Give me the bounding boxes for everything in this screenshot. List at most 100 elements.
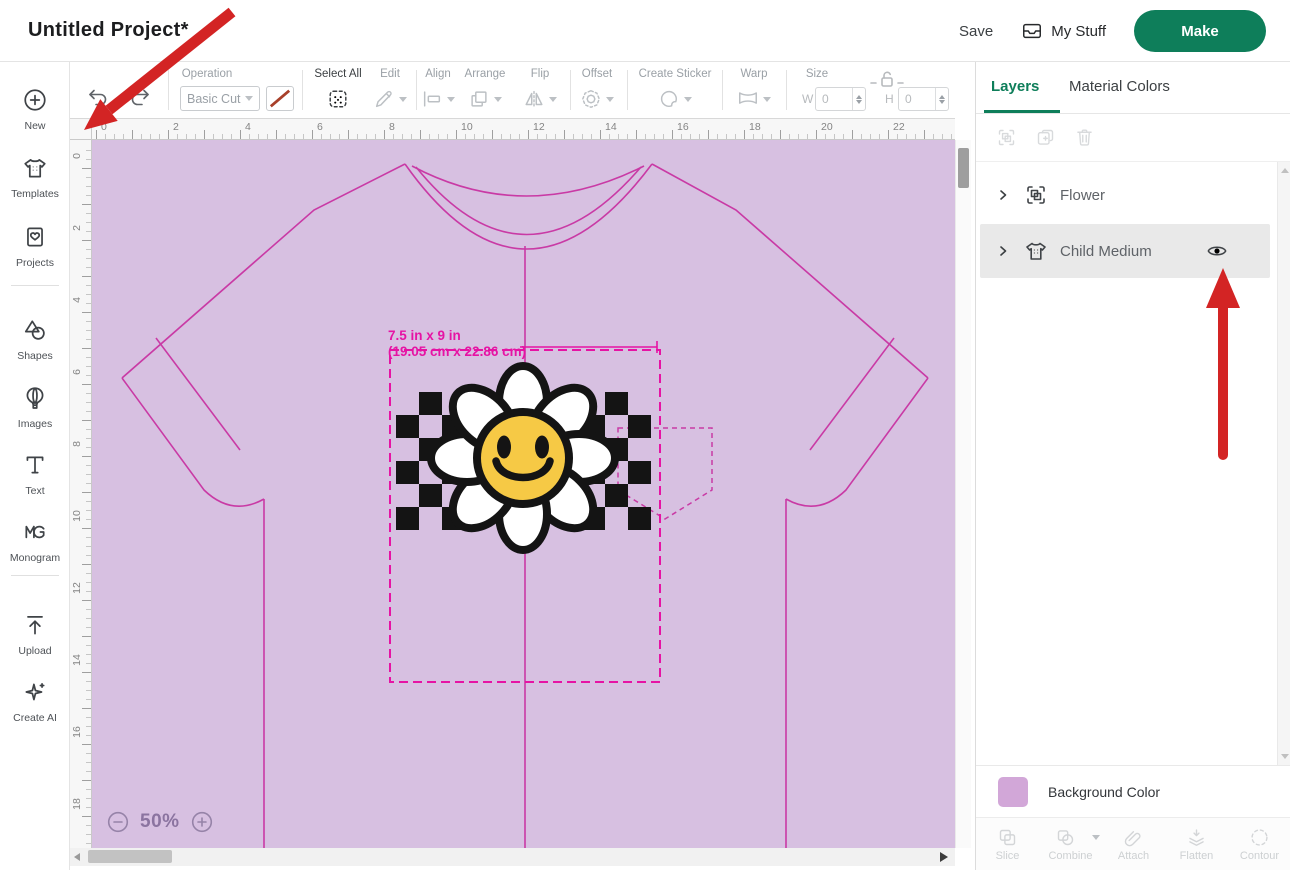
my-stuff-label: My Stuff bbox=[1051, 23, 1106, 40]
sidebar-item-projects[interactable]: Projects bbox=[0, 224, 70, 269]
canvas-vertical-scrollbar[interactable] bbox=[955, 140, 971, 848]
ruler-tick-label: 14 bbox=[71, 652, 83, 668]
tab-material-colors[interactable]: Material Colors bbox=[1069, 78, 1170, 95]
top-bar: Untitled Project* Save My Stuff Make bbox=[0, 0, 1290, 62]
sidebar-item-monogram[interactable]: Monogram bbox=[0, 519, 70, 564]
sidebar-item-new[interactable]: New bbox=[0, 87, 70, 132]
layer-visibility-toggle[interactable] bbox=[1206, 240, 1228, 262]
sidebar-divider bbox=[11, 575, 59, 576]
smiley-left-eye bbox=[497, 436, 511, 459]
active-tab-underline bbox=[984, 110, 1060, 113]
images-balloon-icon bbox=[22, 385, 48, 411]
eye-icon bbox=[1206, 240, 1228, 262]
width-input[interactable] bbox=[816, 88, 852, 110]
sidebar-divider bbox=[11, 285, 59, 286]
chevron-down-icon bbox=[494, 97, 502, 102]
ruler-tick-label: 2 bbox=[71, 220, 83, 236]
make-button[interactable]: Make bbox=[1134, 10, 1266, 52]
width-stepper[interactable] bbox=[852, 88, 865, 110]
left-sidebar: New Templates Projects Shapes Images Tex… bbox=[0, 62, 70, 870]
scroll-left-arrow-icon[interactable] bbox=[74, 853, 80, 861]
ruler-tick-label: 20 bbox=[821, 121, 833, 133]
trash-icon[interactable] bbox=[1074, 127, 1095, 148]
ruler-tick-label: 4 bbox=[71, 292, 83, 308]
combine-icon bbox=[1055, 827, 1076, 848]
offset-button[interactable] bbox=[580, 88, 614, 110]
create-sticker-label: Create Sticker bbox=[639, 68, 712, 80]
flip-button[interactable] bbox=[523, 88, 557, 110]
vertical-scrollbar-thumb[interactable] bbox=[958, 148, 969, 188]
sidebar-item-upload[interactable]: Upload bbox=[0, 612, 70, 657]
edit-toolbar: Operation Basic Cut Select All Edit Alig… bbox=[70, 62, 975, 118]
ruler-tick-label: 0 bbox=[101, 121, 107, 133]
edit-button[interactable] bbox=[373, 88, 407, 110]
background-color-swatch[interactable] bbox=[998, 777, 1028, 807]
sidebar-item-images[interactable]: Images bbox=[0, 385, 70, 430]
chevron-down-icon bbox=[1092, 835, 1100, 840]
horizontal-ruler: 0246810121416182022 bbox=[92, 118, 955, 140]
chevron-right-icon[interactable] bbox=[996, 188, 1010, 202]
horizontal-scrollbar-thumb[interactable] bbox=[88, 850, 172, 863]
layer-list-scrollbar[interactable] bbox=[1277, 162, 1290, 765]
chevron-down-icon bbox=[399, 97, 407, 102]
duplicate-icon[interactable] bbox=[1035, 127, 1056, 148]
height-input[interactable] bbox=[899, 88, 935, 110]
attach-button[interactable]: Attach bbox=[1105, 827, 1163, 862]
arrange-label: Arrange bbox=[465, 68, 506, 80]
flatten-button[interactable]: Flatten bbox=[1168, 827, 1226, 862]
contour-button[interactable]: Contour bbox=[1231, 827, 1289, 862]
flip-label: Flip bbox=[531, 68, 550, 80]
ruler-tick-label: 10 bbox=[461, 121, 473, 133]
height-stepper[interactable] bbox=[935, 88, 948, 110]
redo-button[interactable] bbox=[128, 86, 152, 115]
diagonal-line-icon bbox=[267, 87, 293, 110]
ruler-tick-label: 22 bbox=[893, 121, 905, 133]
tab-layers[interactable]: Layers bbox=[991, 78, 1039, 95]
flower-smiley-graphic[interactable] bbox=[431, 366, 615, 550]
sidebar-item-text[interactable]: Text bbox=[0, 452, 70, 497]
my-stuff-button[interactable]: My Stuff bbox=[1021, 20, 1106, 42]
design-canvas[interactable]: 7.5 in x 9 in (19.05 cm x 22.86 cm) bbox=[92, 140, 955, 848]
create-sticker-button[interactable] bbox=[658, 88, 692, 110]
tshirt-layer-icon bbox=[1024, 239, 1048, 263]
layer-row-child-medium[interactable]: Child Medium bbox=[980, 224, 1270, 278]
layer-name: Child Medium bbox=[1060, 243, 1152, 260]
chevron-down-icon bbox=[763, 97, 771, 102]
scroll-down-arrow-icon[interactable] bbox=[1281, 754, 1289, 759]
arrange-button[interactable] bbox=[468, 88, 502, 110]
slice-icon bbox=[997, 827, 1018, 848]
layer-list: Flower Child Medium bbox=[976, 162, 1290, 765]
scroll-right-arrow-icon[interactable] bbox=[940, 852, 948, 862]
chevron-right-icon[interactable] bbox=[996, 244, 1010, 258]
combine-button[interactable]: Combine bbox=[1042, 827, 1100, 862]
ruler-tick-label: 8 bbox=[389, 121, 395, 133]
scroll-up-arrow-icon[interactable] bbox=[1281, 168, 1289, 173]
zoom-in-icon[interactable] bbox=[190, 810, 214, 834]
project-title[interactable]: Untitled Project* bbox=[28, 19, 189, 42]
zoom-out-icon[interactable] bbox=[106, 810, 130, 834]
my-stuff-envelope-icon bbox=[1021, 20, 1043, 42]
layer-row-flower[interactable]: Flower bbox=[980, 168, 1270, 222]
align-label: Align bbox=[425, 68, 451, 80]
slice-button[interactable]: Slice bbox=[979, 827, 1037, 862]
linetype-color-swatch[interactable] bbox=[266, 86, 294, 111]
warp-button[interactable] bbox=[737, 88, 771, 110]
panel-tabs: Layers Material Colors bbox=[976, 62, 1290, 114]
vertical-ruler: 024681012141618 bbox=[70, 140, 92, 848]
monogram-icon bbox=[22, 519, 48, 545]
group-icon[interactable] bbox=[996, 127, 1017, 148]
sidebar-item-create-ai[interactable]: Create AI bbox=[0, 679, 70, 724]
canvas-horizontal-scrollbar[interactable] bbox=[70, 848, 955, 866]
operation-dropdown[interactable]: Basic Cut bbox=[180, 86, 260, 111]
ruler-tick-label: 6 bbox=[317, 121, 323, 133]
align-button[interactable] bbox=[421, 88, 455, 110]
background-color-row: Background Color bbox=[976, 765, 1290, 817]
warp-label: Warp bbox=[740, 68, 767, 80]
save-button[interactable]: Save bbox=[959, 23, 993, 40]
projects-card-icon bbox=[22, 224, 48, 250]
select-all-button[interactable] bbox=[327, 88, 349, 110]
sidebar-item-templates[interactable]: Templates bbox=[0, 155, 70, 200]
ruler-corner bbox=[70, 118, 92, 140]
undo-button[interactable] bbox=[86, 86, 110, 115]
sidebar-item-shapes[interactable]: Shapes bbox=[0, 317, 70, 362]
